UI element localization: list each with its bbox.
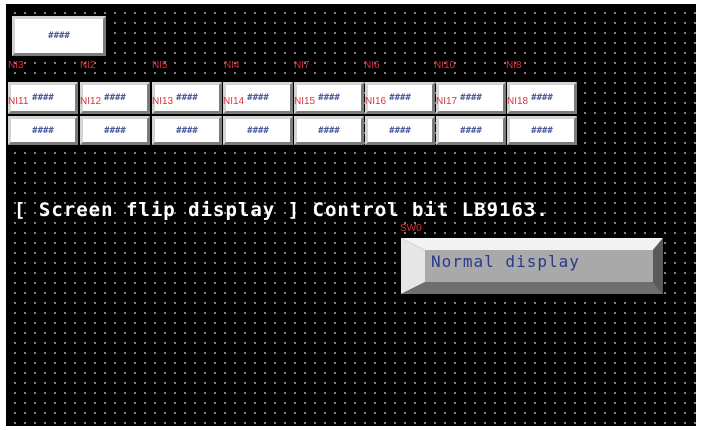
numeric-display[interactable]: #### (507, 116, 577, 145)
tag-label: NI13 (152, 96, 174, 107)
numeric-display[interactable]: #### (436, 116, 506, 145)
numeric-display[interactable]: #### (294, 116, 364, 145)
tag-label: NI15 (294, 96, 316, 107)
tag-label: NI10 (434, 60, 456, 71)
tag-label: NI8 (506, 60, 522, 71)
numeric-display-value: #### (389, 125, 411, 136)
numeric-display-value: #### (389, 93, 411, 103)
numeric-display-value: #### (460, 93, 482, 103)
tag-label: NI16 (365, 96, 387, 107)
tag-label: NI5 (152, 60, 168, 71)
numeric-display-value: #### (247, 125, 269, 136)
switch-tag: SW0 (400, 223, 422, 234)
numeric-display-value: #### (531, 93, 553, 103)
tag-label: NI3 (8, 60, 24, 71)
numeric-display-top[interactable]: #### (12, 16, 106, 56)
switch-label: Normal display (431, 252, 580, 271)
tag-label: NI18 (507, 96, 529, 107)
numeric-display-value: #### (318, 93, 340, 103)
tag-label: NI17 (436, 96, 458, 107)
numeric-display-value: #### (247, 93, 269, 103)
numeric-display[interactable]: #### (8, 116, 78, 145)
numeric-display[interactable]: #### (80, 116, 150, 145)
numeric-display-value: #### (48, 31, 70, 41)
hmi-screen: #### NI3 NI2 NI5 NI4 NI7 NI6 NI10 NI8 ##… (6, 4, 696, 426)
numeric-display[interactable]: #### (223, 116, 293, 145)
tag-label: NI2 (80, 60, 96, 71)
tag-label: NI11 (8, 96, 29, 107)
numeric-display-value: #### (32, 125, 54, 136)
screen-flip-caption: [ Screen flip display ] Control bit LB91… (14, 199, 549, 221)
numeric-display-value: #### (104, 125, 126, 136)
numeric-display-value: #### (32, 93, 54, 103)
numeric-display[interactable]: #### (152, 116, 222, 145)
numeric-display-value: #### (531, 125, 553, 136)
tag-label: NI6 (364, 60, 380, 71)
numeric-display-value: #### (318, 125, 340, 136)
numeric-display-value: #### (176, 93, 198, 103)
tag-label: NI12 (80, 96, 102, 107)
normal-display-switch[interactable]: Normal display (401, 238, 663, 294)
tag-label: NI7 (294, 60, 310, 71)
tag-label: NI14 (223, 96, 245, 107)
numeric-display-value: #### (104, 93, 126, 103)
tag-label: NI4 (224, 60, 240, 71)
numeric-display[interactable]: #### (365, 116, 435, 145)
numeric-display-value: #### (176, 125, 198, 136)
numeric-display-value: #### (460, 125, 482, 136)
